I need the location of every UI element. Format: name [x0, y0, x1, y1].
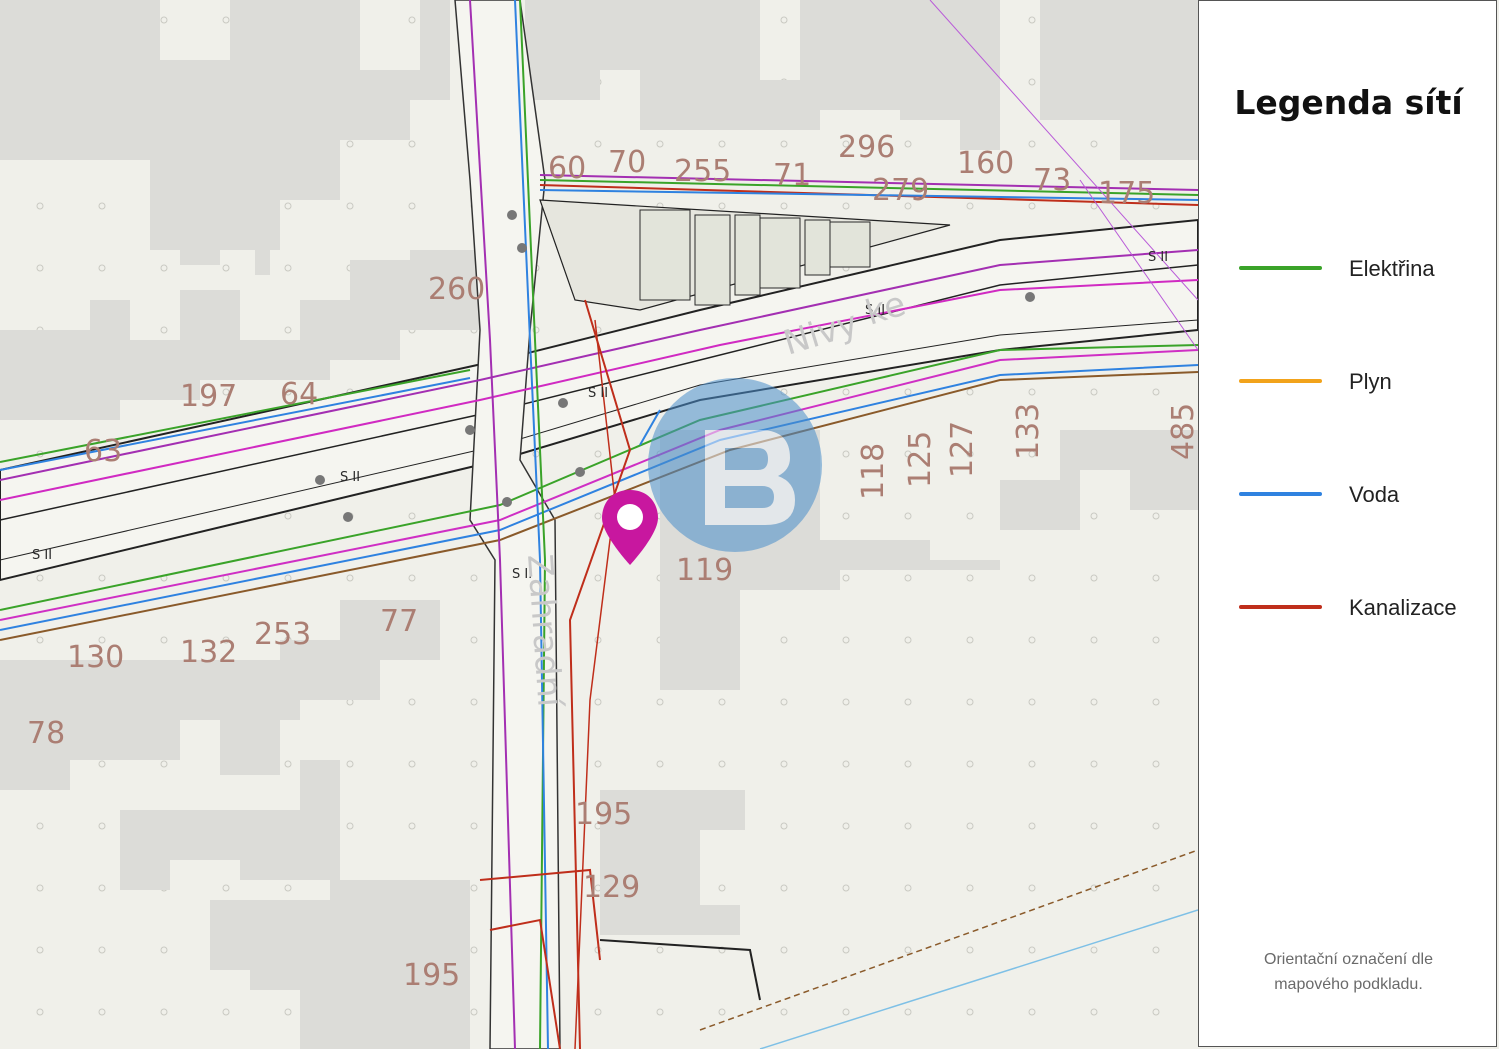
legend-note-line: Orientační označení dle [1264, 951, 1433, 968]
map-canvas: 296 160 73 60 70 255 71 279 175 260 197 … [0, 0, 1198, 1049]
legend-label: Voda [1349, 482, 1400, 507]
parcel-number: 296 [838, 130, 895, 165]
road-label: S II [588, 386, 608, 401]
parcel-number: 63 [84, 434, 122, 469]
parcel-number: 253 [254, 617, 311, 652]
legend-note-line: mapového podkladu. [1274, 976, 1423, 993]
parcel-number: 175 [1098, 176, 1155, 211]
parcel-number: 132 [180, 635, 237, 670]
parcel-number: 195 [575, 797, 632, 832]
map-page: 296 160 73 60 70 255 71 279 175 260 197 … [0, 0, 1499, 1049]
legend-item-electricity: Elektřina [1239, 253, 1489, 283]
parcel-number: 260 [428, 272, 485, 307]
water-line-icon [1239, 492, 1322, 496]
road-label: S II [340, 470, 360, 485]
parcel-number: 77 [380, 604, 418, 639]
watermark-logo [648, 378, 822, 552]
parcel-number: 195 [403, 958, 460, 993]
parcel-number: 119 [676, 553, 733, 588]
sewer-line-icon [1239, 605, 1322, 609]
parcel-number: 197 [180, 379, 237, 414]
network-legend: Legenda sítí Elektřina Plyn Voda Kanaliz… [1198, 0, 1497, 1047]
legend-label: Plyn [1349, 369, 1392, 394]
parcel-number: 73 [1033, 163, 1071, 198]
parcel-number: 60 [548, 151, 586, 186]
parcel-number: 127 [945, 421, 980, 478]
parcel-number: 255 [674, 154, 731, 189]
legend-label: Kanalizace [1349, 595, 1457, 620]
legend-item-gas: Plyn [1239, 366, 1489, 396]
gas-line-icon [1239, 379, 1322, 383]
parcel-number: 129 [583, 870, 640, 905]
legend-item-water: Voda [1239, 479, 1489, 509]
network-map[interactable]: 296 160 73 60 70 255 71 279 175 260 197 … [0, 0, 1198, 1049]
parcel-number: 70 [608, 145, 646, 180]
legend-label: Elektřina [1349, 256, 1435, 281]
parcel-number: 125 [903, 431, 938, 488]
parcel-number: 71 [773, 158, 811, 193]
parcel-number: 160 [957, 146, 1014, 181]
parcel-number: 133 [1011, 403, 1046, 460]
legend-item-sewer: Kanalizace [1239, 592, 1489, 622]
road-label: S II [1148, 250, 1168, 265]
parcel-number: 485 [1166, 403, 1198, 460]
electricity-line-icon [1239, 266, 1322, 270]
parcel-number: 279 [872, 173, 929, 208]
parcel-number: 78 [27, 716, 65, 751]
parcel-number: 64 [280, 377, 318, 412]
legend-note: Orientační označení dle mapového podklad… [1219, 947, 1478, 997]
legend-title: Legenda sítí [1234, 83, 1463, 122]
parcel-number: 118 [856, 443, 891, 500]
parcel-number: 130 [67, 640, 124, 675]
road-label: S II [32, 548, 52, 563]
